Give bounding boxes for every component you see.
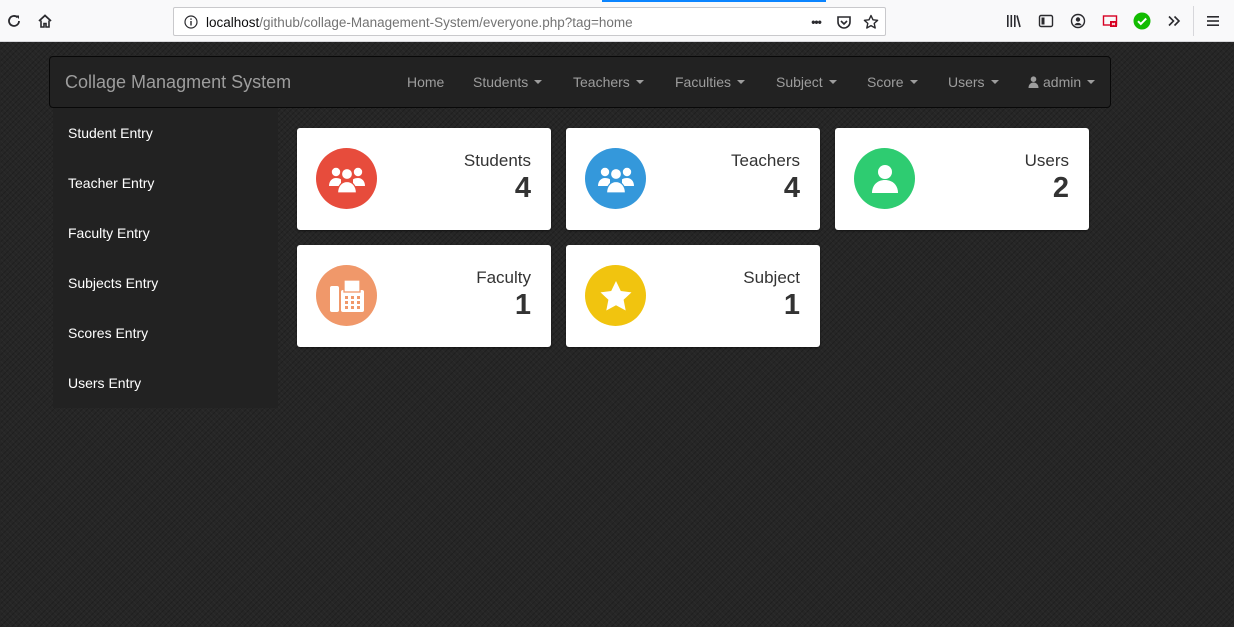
nav-subject-dropdown[interactable]: Subject xyxy=(776,74,837,90)
stat-card-faculty[interactable]: Faculty 1 xyxy=(297,245,551,347)
nav-users-dropdown[interactable]: Users xyxy=(948,74,999,90)
card-value: 4 xyxy=(514,172,531,204)
browser-toolbar: localhost/github/collage-Management-Syst… xyxy=(0,0,1234,42)
home-icon[interactable] xyxy=(33,9,57,33)
nav-score-label: Score xyxy=(867,74,904,90)
nav-teachers-label: Teachers xyxy=(573,74,630,90)
toolbar-divider xyxy=(1193,6,1194,36)
nav-score-dropdown[interactable]: Score xyxy=(867,74,918,90)
nav-home-label: Home xyxy=(407,74,445,90)
pocket-icon[interactable] xyxy=(834,12,854,32)
nav-admin-label: admin xyxy=(1043,74,1082,90)
url-path: /github/collage-Management-System/everyo… xyxy=(259,15,633,30)
sidebar-item-users-entry[interactable]: Users Entry xyxy=(68,375,141,391)
address-bar[interactable]: localhost/github/collage-Management-Syst… xyxy=(173,7,886,36)
stat-card-teachers[interactable]: Teachers 4 xyxy=(566,128,820,230)
extension-screen-icon[interactable] xyxy=(1098,9,1122,33)
sidebar-item-subjects-entry[interactable]: Subjects Entry xyxy=(68,275,158,291)
page-actions-icon[interactable]: ••• xyxy=(806,12,826,32)
url-host: localhost xyxy=(206,15,260,30)
nav-home[interactable]: Home xyxy=(407,74,444,90)
bookmark-star-icon[interactable] xyxy=(861,12,881,32)
active-tab-indicator xyxy=(602,0,826,2)
caret-down-icon xyxy=(1087,80,1096,84)
caret-down-icon xyxy=(737,80,746,84)
user-icon xyxy=(1028,76,1039,88)
stat-card-subject[interactable]: Subject 1 xyxy=(566,245,820,347)
users-group-icon xyxy=(585,148,646,209)
reload-icon[interactable] xyxy=(2,9,26,33)
card-label: Users xyxy=(1024,151,1069,170)
overflow-chevron-icon[interactable] xyxy=(1162,9,1186,33)
caret-down-icon xyxy=(635,80,644,84)
sidebar-item-faculty-entry[interactable]: Faculty Entry xyxy=(68,225,150,241)
fax-icon xyxy=(316,265,377,326)
card-value: 1 xyxy=(514,289,531,321)
info-icon[interactable] xyxy=(183,14,199,30)
sidebar-item-scores-entry[interactable]: Scores Entry xyxy=(68,325,148,341)
caret-down-icon xyxy=(990,80,999,84)
nav-students-label: Students xyxy=(473,74,529,90)
card-label: Teachers xyxy=(731,151,800,170)
library-icon[interactable] xyxy=(1002,9,1026,33)
caret-down-icon xyxy=(909,80,918,84)
user-icon xyxy=(854,148,915,209)
nav-subject-label: Subject xyxy=(776,74,823,90)
stat-card-users[interactable]: Users 2 xyxy=(835,128,1089,230)
url-text[interactable]: localhost/github/collage-Management-Syst… xyxy=(206,14,633,31)
nav-admin-dropdown[interactable]: admin xyxy=(1028,74,1096,90)
star-icon xyxy=(585,265,646,326)
nav-faculties-label: Faculties xyxy=(675,74,732,90)
sidebar-toggle-icon[interactable] xyxy=(1034,9,1058,33)
nav-faculties-dropdown[interactable]: Faculties xyxy=(675,74,746,90)
account-icon[interactable] xyxy=(1066,9,1090,33)
sidebar-item-teacher-entry[interactable]: Teacher Entry xyxy=(68,175,154,191)
caret-down-icon xyxy=(828,80,837,84)
users-group-icon xyxy=(316,148,377,209)
hamburger-menu-icon[interactable] xyxy=(1201,9,1225,33)
card-value: 2 xyxy=(1052,172,1069,204)
sidebar: Student Entry Teacher Entry Faculty Entr… xyxy=(53,108,278,408)
sidebar-item-student-entry[interactable]: Student Entry xyxy=(68,125,153,141)
card-value: 4 xyxy=(783,172,800,204)
brand-title[interactable]: Collage Managment System xyxy=(65,72,291,93)
nav-teachers-dropdown[interactable]: Teachers xyxy=(573,74,644,90)
nav-students-dropdown[interactable]: Students xyxy=(473,74,543,90)
card-value: 1 xyxy=(783,289,800,321)
card-label: Faculty xyxy=(476,268,531,287)
check-extension-icon[interactable] xyxy=(1130,9,1154,33)
card-label: Subject xyxy=(743,268,800,287)
stat-card-students[interactable]: Students 4 xyxy=(297,128,551,230)
card-label: Students xyxy=(463,151,531,170)
main-navbar: Collage Managment System Home Students T… xyxy=(49,56,1111,108)
caret-down-icon xyxy=(534,80,543,84)
nav-users-label: Users xyxy=(948,74,985,90)
